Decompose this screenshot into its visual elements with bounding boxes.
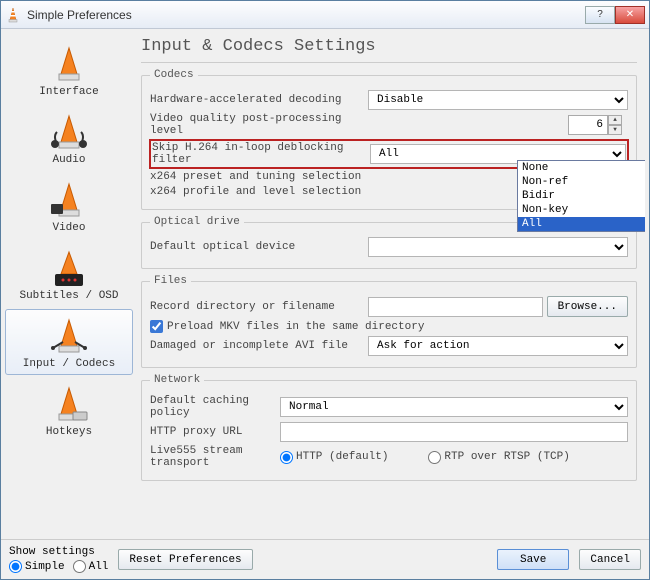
sidebar-item-input-codecs[interactable]: Input / Codecs (5, 309, 133, 375)
record-dir-input[interactable] (368, 297, 543, 317)
help-button[interactable]: ? (585, 6, 615, 24)
codecs-legend: Codecs (150, 69, 198, 81)
proxy-label: HTTP proxy URL (150, 426, 280, 438)
cache-policy-label: Default caching policy (150, 395, 280, 419)
sidebar-item-label: Input / Codecs (23, 358, 115, 370)
optical-legend: Optical drive (150, 216, 244, 228)
sidebar-item-label: Subtitles / OSD (19, 290, 118, 302)
cache-policy-select[interactable]: Normal (280, 397, 628, 417)
sidebar-item-audio[interactable]: Audio (5, 105, 133, 171)
live555-rtp-radio[interactable]: RTP over RTSP (TCP) (428, 451, 569, 464)
skip-deblock-label: Skip H.264 in-loop deblocking filter (152, 142, 370, 166)
pp-level-spinner[interactable]: ▲▼ (568, 115, 628, 135)
show-all-radio[interactable]: All (73, 560, 109, 573)
category-sidebar: Interface Audio Video Subtitles / OSD In… (5, 33, 133, 535)
footer-bar: Show settings Simple All Reset Preferenc… (1, 539, 649, 579)
proxy-input[interactable] (280, 422, 628, 442)
live555-http-radio[interactable]: HTTP (default) (280, 451, 388, 464)
preferences-window: Simple Preferences ? ✕ Interface Audio V… (0, 0, 650, 580)
sidebar-item-subtitles[interactable]: Subtitles / OSD (5, 241, 133, 307)
x264-preset-label: x264 preset and tuning selection (150, 171, 368, 183)
close-button[interactable]: ✕ (615, 6, 645, 24)
dropdown-option[interactable]: Non-key (518, 203, 645, 217)
dropdown-option[interactable]: Bidir (518, 189, 645, 203)
skip-deblock-dropdown[interactable]: None Non-ref Bidir Non-key All (517, 160, 645, 232)
reset-preferences-button[interactable]: Reset Preferences (118, 549, 252, 570)
sidebar-item-label: Interface (39, 86, 98, 98)
x264-profile-label: x264 profile and level selection (150, 186, 368, 198)
preload-mkv-checkbox[interactable]: Preload MKV files in the same directory (150, 320, 424, 333)
sidebar-item-label: Audio (52, 154, 85, 166)
sidebar-item-interface[interactable]: Interface (5, 37, 133, 103)
sidebar-item-label: Video (52, 222, 85, 234)
live555-label: Live555 stream transport (150, 445, 280, 469)
files-legend: Files (150, 275, 191, 287)
dropdown-option[interactable]: All (518, 217, 645, 231)
files-group: Files Record directory or filename Brows… (141, 275, 637, 368)
show-simple-radio[interactable]: Simple (9, 560, 65, 573)
spin-down-icon[interactable]: ▼ (608, 125, 622, 135)
sidebar-item-hotkeys[interactable]: Hotkeys (5, 377, 133, 443)
sidebar-item-video[interactable]: Video (5, 173, 133, 239)
network-group: Network Default caching policy Normal HT… (141, 374, 637, 481)
optical-device-select[interactable] (368, 237, 628, 257)
avi-label: Damaged or incomplete AVI file (150, 340, 368, 352)
page-title: Input & Codecs Settings (141, 37, 637, 63)
show-settings-group: Show settings Simple All (9, 546, 108, 573)
optical-device-label: Default optical device (150, 241, 368, 253)
pp-level-label: Video quality post-processing level (150, 113, 368, 137)
vlc-icon (5, 7, 21, 23)
browse-button[interactable]: Browse... (547, 296, 628, 317)
spin-up-icon[interactable]: ▲ (608, 115, 622, 125)
network-legend: Network (150, 374, 204, 386)
titlebar: Simple Preferences ? ✕ (1, 1, 649, 29)
dropdown-option[interactable]: None (518, 161, 645, 175)
hw-decode-select[interactable]: Disable (368, 90, 628, 110)
main-panel: Input & Codecs Settings Codecs Hardware-… (137, 33, 645, 535)
save-button[interactable]: Save (497, 549, 569, 570)
avi-select[interactable]: Ask for action (368, 336, 628, 356)
dropdown-option[interactable]: Non-ref (518, 175, 645, 189)
record-dir-label: Record directory or filename (150, 301, 368, 313)
cancel-button[interactable]: Cancel (579, 549, 641, 570)
hw-decode-label: Hardware-accelerated decoding (150, 94, 368, 106)
sidebar-item-label: Hotkeys (46, 426, 92, 438)
window-title: Simple Preferences (27, 8, 585, 22)
